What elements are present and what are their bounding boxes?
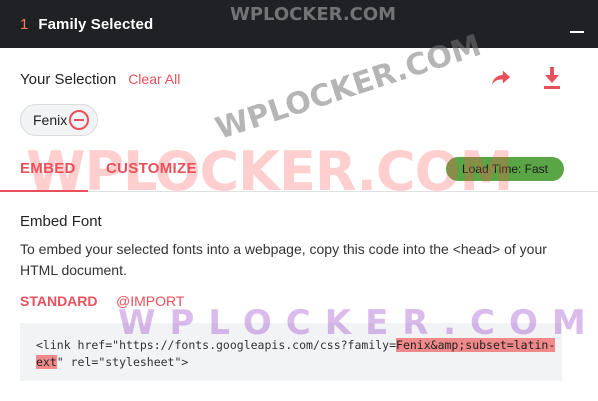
embed-code-snippet[interactable]: <link href="https://fonts.googleapis.com… [20, 323, 562, 381]
tab-embed[interactable]: EMBED [20, 160, 76, 177]
selection-drawer-header[interactable]: 1 Family Selected [0, 0, 598, 48]
embed-font-heading: Embed Font [20, 213, 102, 230]
code-suffix: " rel="stylesheet"> [56, 355, 189, 369]
code-prefix: <link href="https://fonts.googleapis.com… [36, 338, 397, 352]
tab-import[interactable]: @IMPORT [116, 293, 184, 309]
clear-all-button[interactable]: Clear All [128, 71, 180, 87]
download-icon[interactable] [542, 66, 562, 90]
selected-family-count: 1 [20, 15, 29, 33]
drawer-tabs: EMBED CUSTOMIZE Load Time: Fast [0, 152, 598, 192]
active-tab-indicator [0, 190, 88, 192]
share-arrow-icon[interactable] [490, 68, 512, 88]
chip-font-name: Fenix [33, 112, 68, 128]
load-time-badge: Load Time: Fast [446, 157, 564, 181]
tab-standard[interactable]: STANDARD [20, 293, 98, 309]
remove-circle-icon[interactable] [69, 110, 89, 130]
your-selection-label: Your Selection [20, 70, 117, 88]
tab-customize[interactable]: CUSTOMIZE [106, 160, 197, 177]
selection-row: Your Selection Clear All [20, 66, 568, 92]
drawer-title: Family Selected [38, 15, 154, 33]
embed-instructions: To embed your selected fonts into a webp… [20, 241, 547, 278]
selected-font-chip: Fenix [20, 104, 98, 136]
minimize-icon[interactable] [570, 31, 584, 33]
